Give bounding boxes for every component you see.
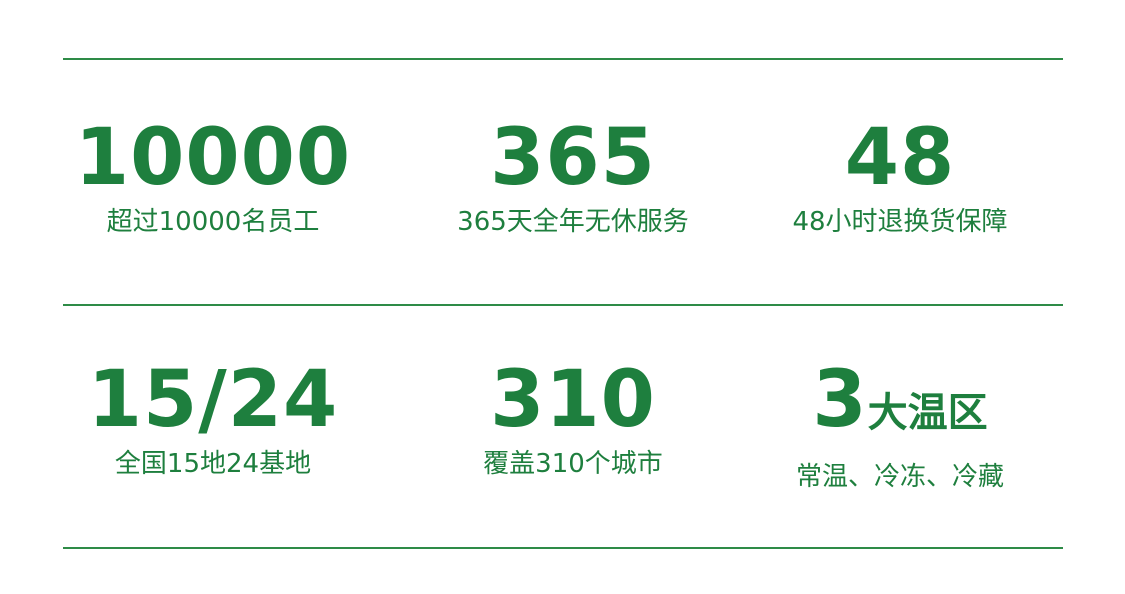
stat-caption: 365天全年无休服务: [457, 207, 689, 237]
stat-value-suffix: 大温区: [867, 390, 988, 436]
stat-value: 10000: [74, 113, 352, 203]
stat-value: 3大温区: [750, 360, 1050, 453]
stat-caption: 超过10000名员工: [106, 207, 320, 237]
stat-value-number: 3: [812, 355, 868, 445]
stat-value: 48: [844, 113, 956, 203]
divider-middle: [63, 304, 1063, 306]
divider-top: [63, 58, 1063, 60]
stat-value: 365: [490, 113, 656, 203]
stat-employees: 10000 超过10000名员工: [63, 118, 363, 238]
divider-bottom: [63, 547, 1063, 549]
stat-value: 310: [490, 355, 656, 445]
stat-value: 15/24: [87, 355, 339, 445]
stat-temperature-zones: 3大温区 常温、冷冻、冷藏: [750, 360, 1050, 493]
stat-caption: 覆盖310个城市: [483, 449, 663, 479]
stat-cities: 310 覆盖310个城市: [423, 360, 723, 480]
stat-service-days: 365 365天全年无休服务: [423, 118, 723, 238]
stat-caption: 常温、冷冻、冷藏: [795, 462, 1004, 492]
stat-caption: 全国15地24基地: [114, 449, 312, 479]
stat-bases: 15/24 全国15地24基地: [63, 360, 363, 480]
stat-caption: 48小时退换货保障: [792, 207, 1008, 237]
stat-return-hours: 48 48小时退换货保障: [750, 118, 1050, 238]
